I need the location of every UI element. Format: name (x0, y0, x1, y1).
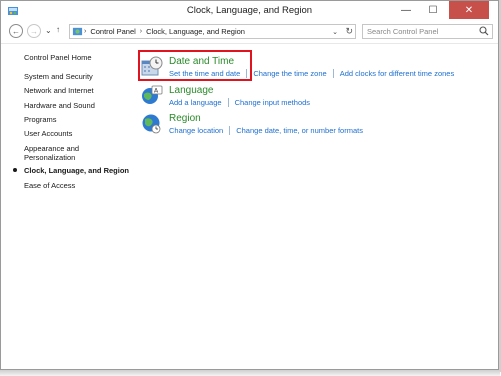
title-bar: Clock, Language, and Region — ☐ ✕ (1, 1, 498, 21)
navigation-bar: ← → ⌄ ↑ › Control Panel › Clock, Languag… (1, 21, 498, 44)
window-shadow-bottom (0, 370, 500, 376)
change-formats-link[interactable]: Change date, time, or number formats (236, 126, 363, 135)
change-location-link[interactable]: Change location (169, 126, 223, 135)
address-bar[interactable]: › Control Panel › Clock, Language, and R… (69, 24, 356, 39)
change-time-zone-link[interactable]: Change the time zone (253, 69, 326, 78)
control-panel-address-icon (72, 27, 83, 36)
refresh-icon[interactable]: ↻ (345, 26, 353, 37)
sidebar-item-label: Clock, Language, and Region (24, 166, 130, 175)
sidebar-item-programs[interactable]: Programs (24, 115, 57, 125)
region-title[interactable]: Region (169, 113, 201, 124)
search-placeholder: Search Control Panel (367, 27, 439, 36)
link-divider (227, 98, 229, 107)
control-panel-window: Clock, Language, and Region — ☐ ✕ ← → ⌄ … (0, 0, 499, 370)
add-clocks-link[interactable]: Add clocks for different time zones (340, 69, 455, 78)
back-button[interactable]: ← (9, 24, 23, 38)
add-language-link[interactable]: Add a language (169, 98, 222, 107)
link-divider (229, 126, 231, 135)
breadcrumb-clock-language-region[interactable]: Clock, Language, and Region (143, 27, 248, 36)
language-links: Add a language Change input methods (169, 98, 310, 107)
sidebar-item-system-security[interactable]: System and Security (24, 72, 93, 82)
highlight-box (138, 50, 252, 81)
region-globe-icon (142, 114, 161, 134)
sidebar-item-control-panel-home[interactable]: Control Panel Home (24, 53, 92, 63)
sidebar-item-network-internet[interactable]: Network and Internet (24, 86, 94, 96)
region-links: Change location Change date, time, or nu… (169, 126, 363, 135)
sidebar-item-user-accounts[interactable]: User Accounts (24, 129, 72, 139)
current-page-bullet (13, 168, 17, 172)
change-input-methods-link[interactable]: Change input methods (235, 98, 310, 107)
sidebar-item-personalization[interactable]: Personalization (24, 153, 75, 163)
language-title[interactable]: Language (169, 85, 214, 96)
link-divider (332, 69, 334, 78)
breadcrumb-control-panel[interactable]: Control Panel (87, 27, 138, 36)
search-icon[interactable] (479, 26, 489, 36)
close-button[interactable]: ✕ (449, 1, 489, 19)
forward-button[interactable]: → (27, 24, 41, 38)
recent-locations-chevron-icon[interactable]: ⌄ (45, 26, 52, 35)
language-icon: A (142, 85, 163, 104)
maximize-button[interactable]: ☐ (420, 1, 446, 19)
sidebar-item-ease-of-access[interactable]: Ease of Access (24, 181, 75, 191)
address-dropdown-icon[interactable]: ⌄ (332, 28, 338, 36)
search-input[interactable]: Search Control Panel (362, 24, 493, 39)
minimize-button[interactable]: — (393, 1, 419, 19)
sidebar-item-clock-language-region[interactable]: Clock, Language, and Region (13, 166, 130, 176)
up-arrow-icon[interactable]: ↑ (56, 25, 60, 34)
sidebar-item-hardware-sound[interactable]: Hardware and Sound (24, 101, 95, 111)
